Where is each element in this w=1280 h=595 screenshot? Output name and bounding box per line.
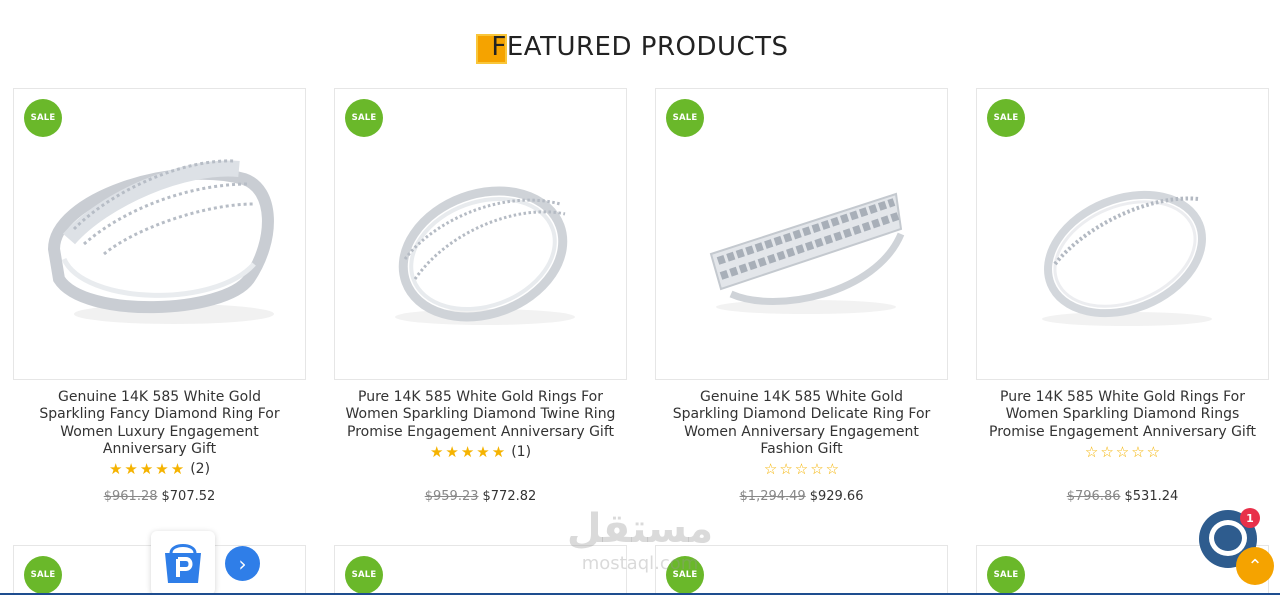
sale-badge: SALE	[24, 99, 62, 137]
chat-unread-badge: 1	[1240, 508, 1260, 528]
star-empty-icon: ☆	[1084, 442, 1099, 461]
product-name[interactable]: Genuine 14K 585 White Gold Sparkling Fan…	[13, 389, 306, 458]
product-info: Genuine 14K 585 White Gold Sparkling Dia…	[655, 389, 948, 478]
product-info: Genuine 14K 585 White Gold Sparkling Fan…	[13, 389, 306, 478]
product-image[interactable]	[335, 89, 626, 379]
star-filled-icon: ★	[476, 442, 490, 461]
sale-price: $531.24	[1124, 489, 1179, 504]
product-rating: ☆ ☆ ☆ ☆ ☆	[976, 443, 1269, 461]
product-info: Pure 14K 585 White Gold Rings For Women …	[976, 389, 1269, 461]
sale-badge: SALE	[666, 99, 704, 137]
star-filled-icon: ★	[170, 460, 185, 479]
sale-price: $929.66	[809, 489, 864, 504]
product-image[interactable]	[656, 89, 947, 379]
watermark-latin: mostaql.com	[581, 553, 699, 574]
chat-bubble-icon	[1209, 520, 1247, 556]
shopping-bag-app-icon[interactable]	[151, 531, 215, 595]
product-info: Pure 14K 585 White Gold Rings For Women …	[334, 389, 627, 461]
sale-badge: SALE	[345, 556, 383, 594]
sale-price: $772.82	[482, 489, 537, 504]
star-empty-icon: ☆	[810, 460, 824, 479]
sale-price: $707.52	[161, 489, 216, 504]
product-name[interactable]: Genuine 14K 585 White Gold Sparkling Dia…	[655, 389, 948, 458]
product-card[interactable]: SALE	[976, 88, 1269, 380]
star-filled-icon: ★	[108, 460, 123, 479]
star-empty-icon: ☆	[1131, 442, 1145, 461]
sale-badge: SALE	[345, 99, 383, 137]
product-image[interactable]	[14, 89, 305, 379]
product-rating: ★ ★ ★ ★ ★ (1)	[334, 443, 627, 461]
old-price: $961.28	[103, 489, 158, 504]
review-count: (1)	[511, 443, 532, 460]
watermark-arabic: مستقل	[566, 506, 714, 552]
product-card[interactable]: SALE	[334, 88, 627, 380]
section-title: FEATURED PRODUCTS	[491, 32, 789, 62]
product-price: $959.23 $772.82	[334, 489, 627, 504]
star-filled-icon: ★	[139, 460, 154, 479]
product-rating: ☆ ☆ ☆ ☆ ☆	[655, 460, 948, 478]
product-price: $1,294.49 $929.66	[655, 489, 948, 504]
scroll-to-top-button[interactable]: ⌃	[1236, 547, 1274, 585]
product-name[interactable]: Pure 14K 585 White Gold Rings For Women …	[976, 389, 1269, 441]
next-arrow-button[interactable]: ›	[225, 546, 260, 581]
product-price: $796.86 $531.24	[976, 489, 1269, 504]
old-price: $1,294.49	[739, 489, 806, 504]
star-filled-icon: ★	[491, 442, 506, 461]
old-price: $959.23	[424, 489, 479, 504]
star-filled-icon: ★	[429, 442, 444, 461]
product-card[interactable]: SALE	[13, 88, 306, 380]
star-empty-icon: ☆	[794, 460, 809, 479]
star-empty-icon: ☆	[779, 460, 793, 479]
product-name[interactable]: Pure 14K 585 White Gold Rings For Women …	[334, 389, 627, 441]
product-price: $961.28 $707.52	[13, 489, 306, 504]
watermark: مستقل mostaql.com	[560, 505, 720, 575]
star-empty-icon: ☆	[763, 460, 778, 479]
product-image[interactable]	[977, 89, 1268, 379]
star-empty-icon: ☆	[1100, 442, 1114, 461]
sale-badge: SALE	[987, 556, 1025, 594]
old-price: $796.86	[1066, 489, 1121, 504]
star-filled-icon: ★	[155, 460, 169, 479]
star-empty-icon: ☆	[1115, 442, 1130, 461]
star-filled-icon: ★	[124, 460, 138, 479]
product-rating: ★ ★ ★ ★ ★ (2)	[13, 460, 306, 478]
product-card[interactable]: SALE	[655, 88, 948, 380]
review-count: (2)	[190, 461, 211, 478]
sale-badge: SALE	[987, 99, 1025, 137]
sale-badge: SALE	[24, 556, 62, 594]
star-filled-icon: ★	[460, 442, 475, 461]
star-empty-icon: ☆	[1146, 442, 1161, 461]
star-empty-icon: ☆	[825, 460, 840, 479]
star-filled-icon: ★	[445, 442, 459, 461]
